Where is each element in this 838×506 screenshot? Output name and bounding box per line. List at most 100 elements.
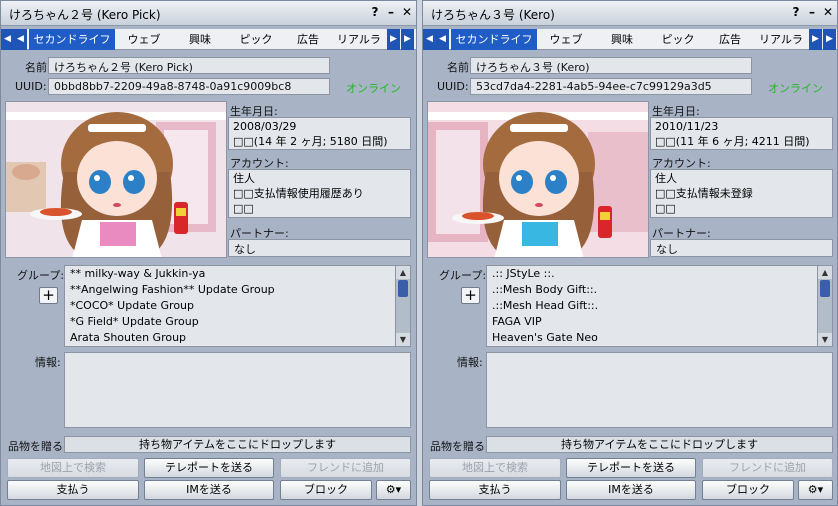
info-label: 情報: (35, 356, 61, 369)
scroll-thumb[interactable] (820, 280, 830, 297)
online-status: オンライン (346, 82, 401, 95)
info-box[interactable] (486, 352, 833, 428)
tab-scroll-left-icon[interactable]: ◀ (14, 29, 27, 50)
uuid-field[interactable]: 0bbd8bb7-2209-49a8-8748-0a91c9009bc8 (48, 78, 330, 95)
tab-scroll-right-end-icon[interactable]: ▶ (823, 29, 836, 50)
add-friend-button[interactable]: フレンドに追加 (280, 458, 411, 478)
tab-picks[interactable]: ピック (651, 29, 705, 50)
list-item[interactable]: Heaven's Gate Neo (487, 330, 832, 346)
find-on-map-button[interactable]: 地図上で検索 (429, 458, 561, 478)
add-group-button[interactable]: + (461, 287, 480, 304)
payment-info: □□支払情報使用履歴あり (233, 187, 364, 200)
groups-list[interactable]: ** milky-way & Jukkin-ya **Angelwing Fas… (64, 265, 411, 347)
tab-interests[interactable]: 興味 (595, 29, 649, 50)
pay-button[interactable]: 支払う (7, 480, 139, 500)
tab-bar: ◀ ◀ セカンドライフ ウェブ 興味 ピック 広告 リアルラ ▶ ▶ (1, 29, 416, 50)
list-item[interactable]: .:: JStyLe ::. (487, 266, 832, 282)
account-box: 住人 □□支払情報未登録 □□ (650, 169, 833, 218)
born-box: 2008/03/29 □□(14 年 2 ヶ月; 5180 日間) (228, 117, 411, 150)
tab-interests[interactable]: 興味 (173, 29, 227, 50)
list-item[interactable]: Arata Shouten Group (65, 330, 410, 346)
list-item[interactable]: FAGA VIP (487, 314, 832, 330)
groups-scrollbar[interactable]: ▲ ▼ (395, 266, 410, 346)
info-box[interactable] (64, 352, 411, 428)
title-bar[interactable]: けろちゃん２号 (Kero Pick) ? – ✕ (1, 1, 416, 26)
minimize-button[interactable]: – (805, 5, 819, 21)
gear-menu-icon[interactable]: ⚙▾ (376, 480, 411, 500)
list-item[interactable]: *G Field* Update Group (65, 314, 410, 330)
uuid-label: UUID: (15, 80, 47, 93)
send-im-button[interactable]: IMを送る (566, 480, 696, 500)
inventory-drop-target[interactable]: 持ち物アイテムをここにドロップします (64, 436, 411, 453)
groups-list[interactable]: .:: JStyLe ::. .::Mesh Body Gift::. .::M… (486, 265, 833, 347)
pay-button[interactable]: 支払う (429, 480, 561, 500)
name-field[interactable]: けろちゃん２号 (Kero Pick) (48, 57, 330, 74)
scroll-thumb[interactable] (398, 280, 408, 297)
tab-second-life[interactable]: セカンドライフ (451, 29, 537, 50)
scroll-up-icon[interactable]: ▲ (396, 266, 410, 279)
account-type: 住人 (655, 172, 677, 185)
tab-real-life[interactable]: リアルラ (755, 29, 807, 50)
scroll-down-icon[interactable]: ▼ (818, 333, 832, 346)
window-title: けろちゃん２号 (Kero Pick) (9, 8, 161, 22)
add-friend-button[interactable]: フレンドに追加 (702, 458, 833, 478)
title-bar[interactable]: けろちゃん３号 (Kero) ? – ✕ (423, 1, 837, 26)
tab-picks[interactable]: ピック (229, 29, 283, 50)
uuid-field[interactable]: 53cd7da4-2281-4ab5-94ee-c7c99129a3d5 (470, 78, 752, 95)
groups-scrollbar[interactable]: ▲ ▼ (817, 266, 832, 346)
tab-classifieds[interactable]: 広告 (707, 29, 753, 50)
help-button[interactable]: ? (368, 5, 382, 21)
find-on-map-button[interactable]: 地図上で検索 (7, 458, 139, 478)
born-box: 2010/11/23 □□(11 年 6 ヶ月; 4211 日間) (650, 117, 833, 150)
groups-label: グループ: (439, 269, 487, 282)
tab-scroll-right-icon[interactable]: ▶ (809, 29, 822, 50)
tab-bar: ◀ ◀ セカンドライフ ウェブ 興味 ピック 広告 リアルラ ▶ ▶ (423, 29, 837, 50)
gear-menu-icon[interactable]: ⚙▾ (798, 480, 833, 500)
tab-scroll-left-icon[interactable]: ◀ (436, 29, 449, 50)
list-item[interactable]: .::Mesh Body Gift::. (487, 282, 832, 298)
give-item-label: 品物を贈る: (430, 440, 489, 453)
list-item[interactable]: **Angelwing Fashion** Update Group (65, 282, 410, 298)
tab-web[interactable]: ウェブ (539, 29, 593, 50)
add-group-button[interactable]: + (39, 287, 58, 304)
info-text (487, 353, 832, 368)
minimize-button[interactable]: – (384, 5, 398, 21)
block-button[interactable]: ブロック (280, 480, 372, 500)
scroll-up-icon[interactable]: ▲ (818, 266, 832, 279)
list-item[interactable]: ** milky-way & Jukkin-ya (65, 266, 410, 282)
block-button[interactable]: ブロック (702, 480, 794, 500)
close-button[interactable]: ✕ (821, 5, 835, 21)
profile-photo[interactable] (5, 101, 227, 258)
tab-scroll-right-end-icon[interactable]: ▶ (401, 29, 414, 50)
tab-real-life[interactable]: リアルラ (333, 29, 385, 50)
born-date: 2008/03/29 (233, 120, 297, 133)
tab-scroll-left-end-icon[interactable]: ◀ (1, 29, 14, 50)
info-text (65, 353, 410, 368)
list-item[interactable]: .::Mesh Head Gift::. (487, 298, 832, 314)
partner-field[interactable]: なし (228, 239, 411, 257)
tab-second-life[interactable]: セカンドライフ (29, 29, 115, 50)
tab-scroll-right-icon[interactable]: ▶ (387, 29, 400, 50)
tab-web[interactable]: ウェブ (117, 29, 171, 50)
name-label: 名前: (447, 61, 473, 74)
born-date: 2010/11/23 (655, 120, 719, 133)
window-title: けろちゃん３号 (Kero) (431, 8, 555, 22)
groups-label: グループ: (17, 269, 65, 282)
tab-scroll-left-end-icon[interactable]: ◀ (423, 29, 436, 50)
help-button[interactable]: ? (789, 5, 803, 21)
tab-classifieds[interactable]: 広告 (285, 29, 331, 50)
profile-window-kero-pick: けろちゃん２号 (Kero Pick) ? – ✕ ◀ ◀ セカンドライフ ウェ… (0, 0, 417, 506)
account-extra: □□ (233, 202, 254, 215)
send-im-button[interactable]: IMを送る (144, 480, 274, 500)
account-age: □□(11 年 6 ヶ月; 4211 日間) (655, 135, 810, 148)
close-button[interactable]: ✕ (400, 5, 414, 21)
teleport-offer-button[interactable]: テレポートを送る (144, 458, 274, 478)
inventory-drop-target[interactable]: 持ち物アイテムをここにドロップします (486, 436, 833, 453)
profile-photo[interactable] (427, 101, 649, 258)
account-extra: □□ (655, 202, 676, 215)
teleport-offer-button[interactable]: テレポートを送る (566, 458, 696, 478)
list-item[interactable]: *COCO* Update Group (65, 298, 410, 314)
scroll-down-icon[interactable]: ▼ (396, 333, 410, 346)
partner-field[interactable]: なし (650, 239, 833, 257)
name-field[interactable]: けろちゃん３号 (Kero) (470, 57, 752, 74)
